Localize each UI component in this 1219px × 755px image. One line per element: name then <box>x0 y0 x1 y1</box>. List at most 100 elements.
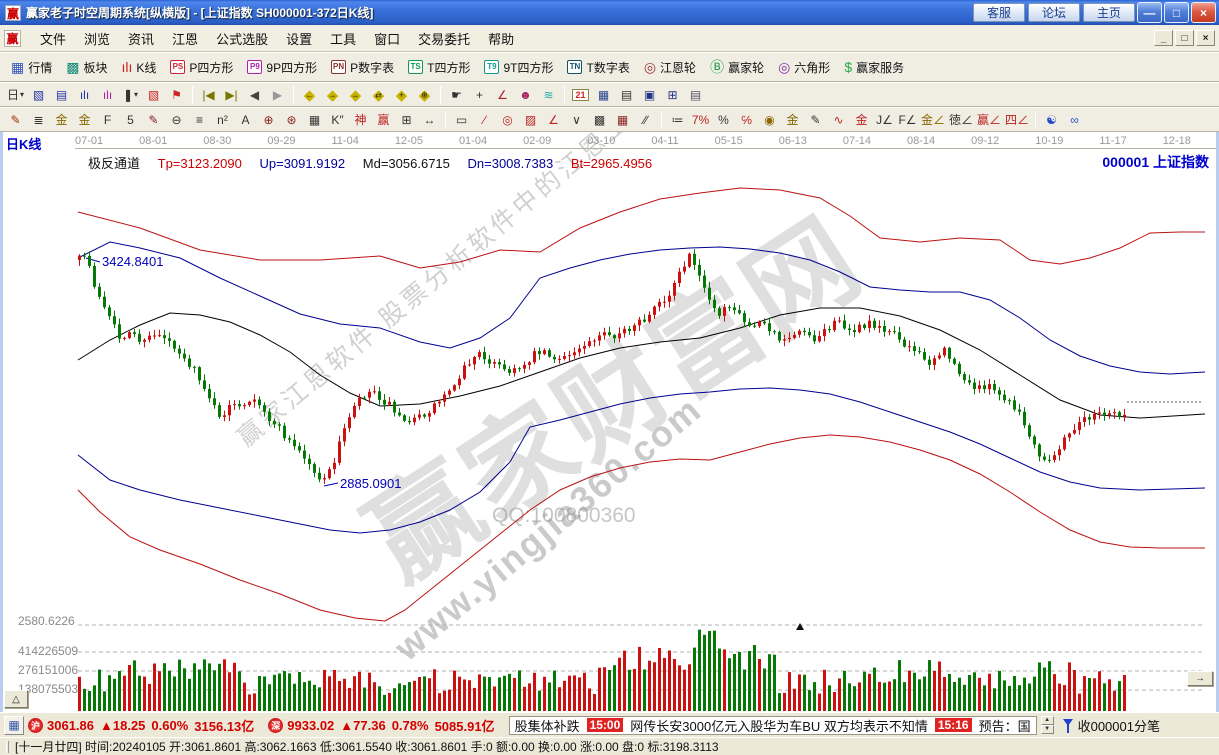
menu-item-帮助[interactable]: 帮助 <box>479 26 523 51</box>
menu-item-设置[interactable]: 设置 <box>277 26 321 51</box>
chart-pane[interactable]: 赢家财富网 赢家江恩软件 股票分析软件中的江恩工具软件 www.yingjia3… <box>0 132 1219 712</box>
maximize-button[interactable]: □ <box>1164 2 1189 23</box>
pen2-tool[interactable]: ✎ <box>143 109 164 130</box>
bars3-button[interactable]: ılı <box>74 84 95 105</box>
layout-select-button-dropdown-icon[interactable]: ▾ <box>20 90 24 99</box>
child-minimize-button[interactable]: _ <box>1154 30 1173 46</box>
menu-item-资讯[interactable]: 资讯 <box>119 26 163 51</box>
menu-item-文件[interactable]: 文件 <box>31 26 75 51</box>
spinner-down-icon[interactable]: ▼ <box>1041 725 1054 734</box>
box-tool[interactable]: ▭ <box>451 109 472 130</box>
rays-tool[interactable]: ∕ <box>474 109 495 130</box>
minimize-button[interactable]: — <box>1137 2 1162 23</box>
hexagon-button[interactable]: ◎六角形 <box>772 55 836 79</box>
shenzhen-index-quote[interactable]: 深 9933.02 ▲77.36 0.78% 5085.91亿 <box>268 716 500 735</box>
diamond-compress-button[interactable]: ◆⇄ <box>368 84 389 105</box>
9p-square-button[interactable]: P99P四方形 <box>241 55 323 79</box>
a-line-tool[interactable]: A <box>235 109 256 130</box>
grid-fine-tool[interactable]: ▩ <box>589 109 610 130</box>
scroll-right-button[interactable]: → <box>1187 671 1213 686</box>
shen-grid-tool[interactable]: 神 <box>350 109 371 130</box>
quote-grid-icon[interactable]: ▦ <box>4 716 24 735</box>
pct-tool[interactable]: % <box>713 109 734 130</box>
infinity-button[interactable]: ∞ <box>1064 109 1085 130</box>
draw-angle-button[interactable]: ∠ <box>492 84 513 105</box>
winner-wheel-button[interactable]: Ⓑ赢家轮 <box>704 55 770 79</box>
gann-pattern-button[interactable]: ▧ <box>28 84 49 105</box>
grid-fine2-tool[interactable]: ▦ <box>612 109 633 130</box>
five-scale-tool[interactable]: 5 <box>120 109 141 130</box>
news-ticker[interactable]: 股集体补跌15:00网传长安3000亿元入股华为车BU 双方均表示不知情15:1… <box>509 716 1037 735</box>
calculator-button[interactable]: ▦ <box>593 84 614 105</box>
support-button[interactable]: 客服 <box>973 3 1025 22</box>
last-bar-button[interactable]: ▶| <box>221 84 242 105</box>
ying-grid-tool[interactable]: 赢 <box>373 109 394 130</box>
ticker-spinner[interactable]: ▲▼ <box>1041 716 1054 734</box>
gann-wheel-button[interactable]: ◎江恩轮 <box>638 55 702 79</box>
layout-select-button[interactable]: 日▾ <box>5 84 26 105</box>
v-tool[interactable]: ∨ <box>566 109 587 130</box>
pen3-tool[interactable]: ✎ <box>805 109 826 130</box>
angle-de-tool[interactable]: 徳∠ <box>948 109 974 130</box>
star-target-tool[interactable]: ⊛ <box>281 109 302 130</box>
quotes-button[interactable]: ▦行情 <box>5 55 58 79</box>
angle-rays-tool[interactable]: ∠ <box>543 109 564 130</box>
menu-item-浏览[interactable]: 浏览 <box>75 26 119 51</box>
angle-gold-tool[interactable]: 金∠ <box>920 109 946 130</box>
seven-pct-tool[interactable]: 7% <box>690 109 711 130</box>
news-item[interactable]: 网传长安3000亿元入股华为车BU 双方均表示不知情 <box>630 716 928 735</box>
head-tool-button[interactable]: ☻ <box>515 84 536 105</box>
diamond-hexpand-button[interactable]: ◆↔ <box>345 84 366 105</box>
prev-bar-button[interactable]: ◀ <box>244 84 265 105</box>
notes-button[interactable]: ▤ <box>616 84 637 105</box>
diamond-cross-button[interactable]: ◆+ <box>391 84 412 105</box>
pct-line-tool[interactable]: ℅ <box>736 109 757 130</box>
compass-tool[interactable]: ⊖ <box>166 109 187 130</box>
kline-button[interactable]: ılıK线 <box>116 55 163 79</box>
angle-j-tool[interactable]: J∠ <box>874 109 895 130</box>
angle-ying-tool[interactable]: 赢∠ <box>976 109 1002 130</box>
menu-item-公式选股[interactable]: 公式选股 <box>207 26 277 51</box>
brain-tool-button[interactable]: ≋ <box>538 84 559 105</box>
print-button[interactable]: ▤ <box>685 84 706 105</box>
menu-item-窗口[interactable]: 窗口 <box>365 26 409 51</box>
tick-data-label[interactable]: 收000001分笔 <box>1078 716 1160 735</box>
diamond-grid-button[interactable]: ◆⊕ <box>414 84 435 105</box>
gold-line2-tool[interactable]: 金 <box>851 109 872 130</box>
sectors-button[interactable]: ▩板块 <box>60 55 113 79</box>
width-tool[interactable]: ↔ <box>419 109 440 130</box>
n2-tool[interactable]: n² <box>212 109 233 130</box>
menu-item-交易委托[interactable]: 交易委托 <box>409 26 479 51</box>
scale-tool[interactable]: ≣ <box>28 109 49 130</box>
close-button[interactable]: × <box>1191 2 1216 23</box>
news-item[interactable]: 预告：国 <box>979 716 1031 735</box>
news-item[interactable]: 股集体补跌 <box>515 716 580 735</box>
menu-item-江恩[interactable]: 江恩 <box>163 26 207 51</box>
gold-lines-tool[interactable]: 金 <box>782 109 803 130</box>
forum-button[interactable]: 论坛 <box>1028 3 1080 22</box>
yinyang-button[interactable]: ☯ <box>1041 109 1062 130</box>
pen-tool[interactable]: ✎ <box>5 109 26 130</box>
k-quote-tool[interactable]: K″ <box>327 109 348 130</box>
slash-tool[interactable]: ∕∕ <box>635 109 656 130</box>
gold-scale1-tool[interactable]: 金 <box>51 109 72 130</box>
wave-tool[interactable]: ∿ <box>828 109 849 130</box>
hash-tool[interactable]: ≡ <box>189 109 210 130</box>
f-scale-tool[interactable]: F <box>97 109 118 130</box>
circle-rays-tool[interactable]: ◎ <box>497 109 518 130</box>
angle-si-tool[interactable]: 四∠ <box>1004 109 1030 130</box>
circle-cross-tool[interactable]: ⊕ <box>258 109 279 130</box>
bars9-button[interactable]: ılı <box>97 84 118 105</box>
flag-button[interactable]: ⚑ <box>166 84 187 105</box>
hand-button[interactable]: ☛ <box>446 84 467 105</box>
expand-volume-button[interactable]: △ <box>4 690 28 708</box>
angle-f-tool[interactable]: F∠ <box>897 109 918 130</box>
square-hatch-tool[interactable]: ▨ <box>520 109 541 130</box>
memo-button[interactable]: ▤ <box>51 84 72 105</box>
gold-circle-tool[interactable]: ◉ <box>759 109 780 130</box>
copy-window-button[interactable]: ⊞ <box>662 84 683 105</box>
p-number-button[interactable]: PNP数字表 <box>325 55 400 79</box>
diamond-right-button[interactable]: ◆→ <box>322 84 343 105</box>
candle-style-button-dropdown-icon[interactable]: ▾ <box>134 90 138 99</box>
t-square-button[interactable]: TST四方形 <box>402 55 476 79</box>
